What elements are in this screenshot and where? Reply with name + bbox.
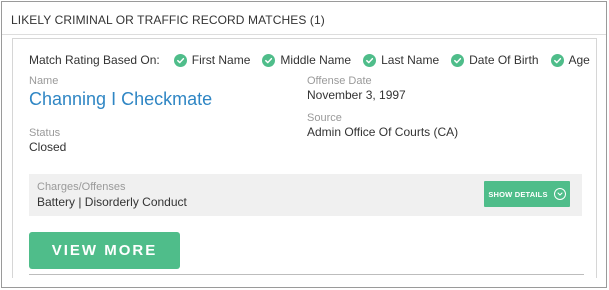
check-circle-icon: [550, 53, 564, 67]
match-item-middle-name: Middle Name: [262, 53, 351, 67]
match-item-age: Age: [550, 53, 590, 67]
record-name: Channing I Checkmate: [29, 89, 213, 109]
match-item-label: Date Of Birth: [469, 53, 539, 67]
name-label: Name: [29, 75, 59, 87]
match-rating-label: Match Rating Based On:: [29, 53, 160, 67]
show-details-label: SHOW DETAILS: [488, 189, 548, 199]
match-item-label: First Name: [191, 53, 251, 67]
offense-date-label: Offense Date: [307, 75, 372, 87]
match-item-label: Last Name: [381, 53, 440, 67]
check-circle-icon: [173, 53, 187, 67]
check-circle-icon: [262, 53, 276, 67]
view-more-button[interactable]: VIEW MORE: [29, 232, 180, 269]
record-card: Match Rating Based On: First Name Middle…: [12, 38, 597, 278]
check-circle-icon: [451, 53, 465, 67]
record-matches-panel: LIKELY CRIMINAL OR TRAFFIC RECORD MATCHE…: [1, 1, 607, 288]
match-item-label: Middle Name: [280, 53, 352, 67]
section-title: LIKELY CRIMINAL OR TRAFFIC RECORD MATCHE…: [2, 2, 606, 35]
match-item-date-of-birth: Date Of Birth: [451, 53, 539, 67]
match-item-last-name: Last Name: [363, 53, 439, 67]
charges-label: Charges/Offenses: [37, 181, 126, 193]
match-item-first-name: First Name: [173, 53, 251, 67]
charges-value: Battery | Disorderly Conduct: [37, 195, 187, 209]
source-value: Admin Office Of Courts (CA): [307, 125, 459, 139]
check-circle-icon: [363, 53, 377, 67]
match-rating-row: Match Rating Based On: First Name Middle…: [29, 52, 602, 68]
show-details-button[interactable]: SHOW DETAILS: [484, 181, 570, 207]
status-label: Status: [29, 127, 61, 139]
source-label: Source: [307, 112, 342, 124]
offense-date-value: November 3, 1997: [307, 88, 406, 102]
charges-box: Charges/Offenses Battery | Disorderly Co…: [29, 174, 582, 216]
status-value: Closed: [29, 140, 67, 154]
match-item-label: Age: [568, 53, 590, 67]
chevron-down-circle-icon: [553, 188, 566, 200]
divider: [29, 274, 584, 275]
